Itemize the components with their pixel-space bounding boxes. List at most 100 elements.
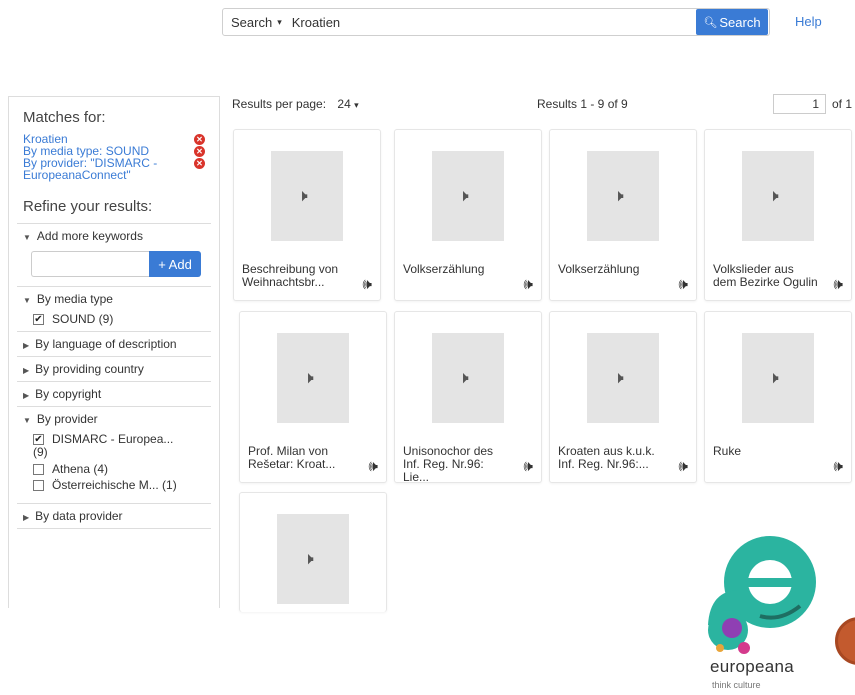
- results-per-page-value: 24: [337, 97, 351, 111]
- result-card[interactable]: 🕨: [239, 492, 387, 612]
- results-count: Results 1 - 9 of 9: [537, 97, 628, 111]
- speaker-icon: 🕨: [768, 368, 779, 387]
- thumbnail[interactable]: 🕨: [742, 151, 814, 241]
- matches-title: Matches for:: [23, 109, 106, 126]
- audio-icon: 🕪: [678, 276, 688, 293]
- page-number-input[interactable]: [773, 94, 826, 114]
- facet-label: By data provider: [35, 509, 123, 523]
- search-icon: 🔍︎: [703, 16, 718, 29]
- facet-option[interactable]: Athena (4): [33, 463, 211, 476]
- match-label[interactable]: By provider: "DISMARC - EuropeanaConnect…: [23, 157, 183, 181]
- speaker-icon: 🕨: [458, 368, 469, 387]
- chevron-down-icon: ▾: [277, 16, 282, 27]
- caret-right-icon: ▶: [23, 366, 30, 375]
- remove-icon[interactable]: ✕: [194, 134, 205, 145]
- result-card[interactable]: 🕨 Volkserzählung 🕪: [394, 129, 542, 301]
- thumbnail[interactable]: 🕨: [432, 151, 504, 241]
- thumbnail[interactable]: 🕨: [587, 151, 659, 241]
- facet-label: By copyright: [35, 387, 102, 401]
- facet-copyright[interactable]: ▶ By copyright: [17, 382, 211, 407]
- result-card[interactable]: 🕨 Beschreibung von Weihnachtsbr... 🕪: [233, 129, 381, 301]
- sidebar: Matches for: Kroatien ✕ By media type: S…: [8, 96, 220, 608]
- result-title[interactable]: Prof. Milan von Rešetar: Kroat...: [248, 445, 354, 471]
- search-input[interactable]: [289, 9, 696, 35]
- results-per-page-label: Results per page:: [232, 97, 327, 111]
- results-per-page-select[interactable]: 24 ▾: [337, 97, 358, 111]
- search-type-dropdown[interactable]: Search ▾: [223, 9, 290, 35]
- thumbnail[interactable]: 🕨: [271, 151, 343, 241]
- facet-label: By providing country: [35, 362, 144, 376]
- facet-option-label: DISMARC - Europea...: [52, 432, 174, 446]
- thumbnail[interactable]: 🕨: [432, 333, 504, 423]
- search-type-label: Search: [231, 14, 273, 30]
- thumbnail[interactable]: 🕨: [587, 333, 659, 423]
- page-of-label: of 1: [832, 97, 853, 111]
- facet-option[interactable]: ✔ DISMARC - Europea...: [33, 433, 211, 446]
- facet-media-type-toggle[interactable]: ▼ By media type: [23, 292, 211, 306]
- facet-keywords-toggle[interactable]: ▼ Add more keywords: [23, 229, 211, 243]
- speaker-icon: 🕨: [613, 368, 624, 387]
- facet-label: By provider: [36, 412, 98, 426]
- result-title[interactable]: Volkserzählung: [558, 263, 664, 276]
- search-button[interactable]: 🔍︎ Search: [696, 9, 768, 35]
- help-link[interactable]: Help: [795, 14, 822, 29]
- result-title[interactable]: Ruke: [713, 445, 819, 458]
- facet-media-type: ▼ By media type ✔ SOUND (9): [17, 287, 211, 332]
- result-title[interactable]: Volkslieder aus dem Bezirke Ogulin: [713, 263, 819, 289]
- speaker-icon: 🕨: [303, 368, 314, 387]
- facet-option[interactable]: ✔ SOUND (9): [33, 313, 211, 326]
- audio-icon: 🕪: [368, 458, 378, 475]
- result-card[interactable]: 🕨 Kroaten aus k.u.k. Inf. Reg. Nr.96:...…: [549, 311, 697, 483]
- thumbnail[interactable]: 🕨: [277, 333, 349, 423]
- facet-provider-toggle[interactable]: ▼ By provider: [23, 412, 211, 426]
- facet-provider: ▼ By provider ✔ DISMARC - Europea... (9) …: [17, 407, 211, 504]
- result-card[interactable]: 🕨 Ruke 🕪: [704, 311, 852, 483]
- caret-down-icon: ▼: [23, 416, 31, 425]
- audio-icon: 🕪: [833, 276, 843, 293]
- badge-circle: [835, 617, 855, 665]
- result-title[interactable]: Volkserzählung: [403, 263, 509, 276]
- add-keyword-button[interactable]: + Add: [149, 251, 201, 277]
- facet-data-provider[interactable]: ▶ By data provider: [17, 504, 211, 529]
- keyword-input[interactable]: [31, 251, 149, 277]
- result-card[interactable]: 🕨 Unisonochor des Inf. Reg. Nr.96: Lie..…: [394, 311, 542, 484]
- speaker-icon: 🕨: [458, 186, 469, 205]
- search-bar: Search ▾ 🔍︎ Search: [222, 8, 770, 36]
- logo-tagline: think culture: [712, 680, 761, 690]
- caret-right-icon: ▶: [23, 341, 30, 350]
- thumbnail[interactable]: 🕨: [277, 514, 349, 604]
- checkbox-unchecked[interactable]: [33, 480, 44, 491]
- checkbox-checked[interactable]: ✔: [33, 434, 44, 445]
- chevron-down-icon: ▾: [354, 100, 359, 110]
- facet-option-count: (9): [33, 445, 48, 459]
- caret-down-icon: ▼: [23, 233, 31, 242]
- result-title[interactable]: Kroaten aus k.u.k. Inf. Reg. Nr.96:...: [558, 445, 664, 471]
- facet-option-label: Athena (4): [52, 462, 109, 476]
- logo-name: europeana: [710, 657, 794, 676]
- audio-icon: 🕪: [523, 458, 533, 475]
- speaker-icon: 🕨: [613, 186, 624, 205]
- speaker-icon: 🕨: [303, 549, 314, 568]
- result-title[interactable]: Unisonochor des Inf. Reg. Nr.96: Lie...: [403, 445, 509, 484]
- checkbox-checked[interactable]: ✔: [33, 314, 44, 325]
- facet-option-label: SOUND (9): [52, 312, 114, 326]
- remove-icon[interactable]: ✕: [194, 146, 205, 157]
- audio-icon: 🕪: [833, 458, 843, 475]
- remove-icon[interactable]: ✕: [194, 158, 205, 169]
- refine-title: Refine your results:: [17, 195, 211, 224]
- results-per-page: Results per page: 24 ▾: [232, 97, 359, 111]
- thumbnail[interactable]: 🕨: [742, 333, 814, 423]
- keyword-add-row: + Add: [31, 251, 211, 277]
- facet-option[interactable]: Österreichische M... (1): [33, 479, 211, 492]
- result-card[interactable]: 🕨 Volkslieder aus dem Bezirke Ogulin 🕪: [704, 129, 852, 301]
- facet-label: By language of description: [35, 337, 177, 351]
- caret-right-icon: ▶: [23, 513, 30, 522]
- audio-icon: 🕪: [523, 276, 533, 293]
- result-title[interactable]: Beschreibung von Weihnachtsbr...: [242, 263, 348, 289]
- result-card[interactable]: 🕨 Volkserzählung 🕪: [549, 129, 697, 301]
- matches-list: Kroatien ✕ By media type: SOUND ✕ By pro…: [9, 133, 219, 181]
- checkbox-unchecked[interactable]: [33, 464, 44, 475]
- result-card[interactable]: 🕨 Prof. Milan von Rešetar: Kroat... 🕪: [239, 311, 387, 483]
- facet-country[interactable]: ▶ By providing country: [17, 357, 211, 382]
- facet-language[interactable]: ▶ By language of description: [17, 332, 211, 357]
